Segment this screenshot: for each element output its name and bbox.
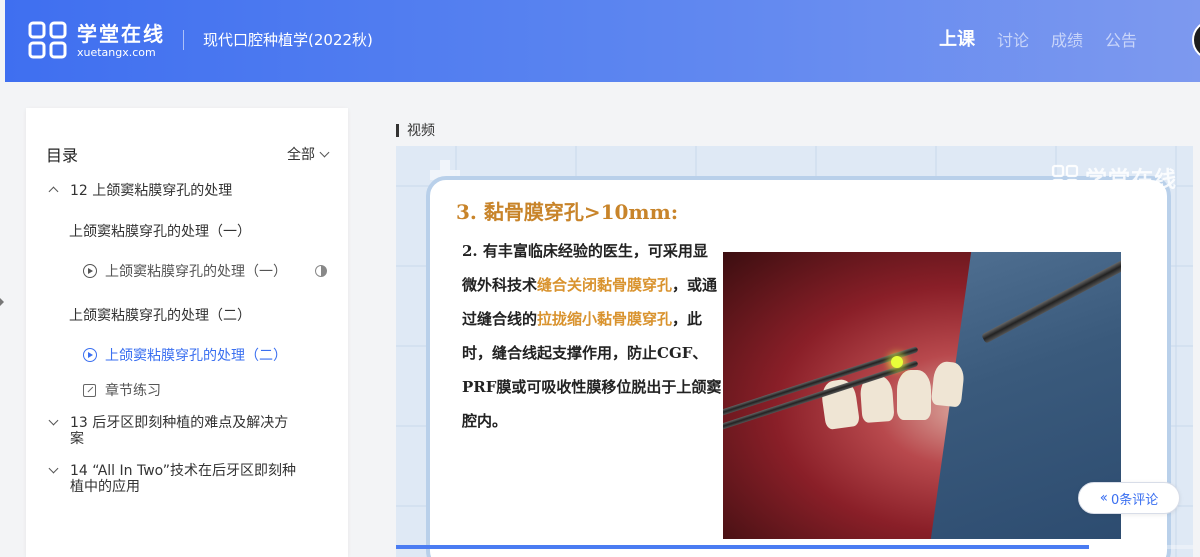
logo-en: xuetangx.com <box>77 45 156 59</box>
main-nav: 上课 讨论 成绩 公告 <box>939 27 1159 51</box>
chapter-12[interactable]: 12 上颌窦粘膜穿孔的处理 <box>46 180 326 200</box>
catalog-sidebar: 目录 全部 12 上颌窦粘膜穿孔的处理 上颌窦粘膜穿孔的处理（一） 上颌窦粘膜穿… <box>26 108 348 557</box>
lesson-12-2-video[interactable]: 上颌窦粘膜穿孔的处理（二） <box>83 345 287 365</box>
chapter-label: 14 “All In Two”技术在后牙区即刻种植中的应用 <box>70 463 296 495</box>
section-label-text: 视频 <box>407 123 435 139</box>
chapter-label: 12 上颌窦粘膜穿孔的处理 <box>70 183 233 199</box>
surgical-photo <box>723 252 1121 539</box>
top-header: 学堂在线 xuetangx.com 现代口腔种植学(2022秋) 上课 讨论 成… <box>5 0 1200 82</box>
user-avatar[interactable] <box>1192 20 1200 60</box>
tooth <box>897 370 931 420</box>
chapter-14[interactable]: 14 “All In Two”技术在后牙区即刻种植中的应用 <box>46 463 296 495</box>
video-progress-fill <box>396 545 1090 549</box>
catalog-filter-label: 全部 <box>287 147 315 163</box>
progress-half-icon <box>315 265 327 277</box>
chevron-down-icon <box>48 415 58 426</box>
xuetangx-watermark-icon <box>1051 164 1079 192</box>
tooth <box>930 360 966 408</box>
chevron-up-icon <box>48 186 58 197</box>
laser-pointer-dot <box>891 356 903 368</box>
slide-body: 2. 有丰富临床经验的医生，可采用显微外科技术缝合关闭黏骨膜穿孔，或通过缝合线的… <box>462 234 722 438</box>
play-circle-icon <box>83 348 97 362</box>
nav-announcements[interactable]: 公告 <box>1105 27 1137 51</box>
catalog-title: 目录 <box>46 146 79 165</box>
nav-discussion[interactable]: 讨论 <box>997 27 1029 51</box>
course-title: 现代口腔种植学(2022秋) <box>203 31 373 49</box>
lesson-12-1-video[interactable]: 上颌窦粘膜穿孔的处理（一） <box>83 261 327 281</box>
section-label: 视频 <box>396 120 435 140</box>
comments-button[interactable]: ‹‹ 0条评论 <box>1078 482 1180 514</box>
nav-grades[interactable]: 成绩 <box>1051 27 1083 51</box>
section-12-1[interactable]: 上颌窦粘膜穿孔的处理（一） <box>69 221 251 241</box>
video-watermark: 学堂在线 <box>1051 162 1177 194</box>
play-circle-icon <box>83 264 97 278</box>
site-logo[interactable]: 学堂在线 xuetangx.com <box>27 19 165 61</box>
watermark-text: 学堂在线 <box>1085 168 1178 193</box>
double-chevron-left-icon: ‹‹ <box>1099 490 1108 506</box>
nav-class[interactable]: 上课 <box>939 25 975 51</box>
section-12-2[interactable]: 上颌窦粘膜穿孔的处理（二） <box>69 305 251 325</box>
chapter-13[interactable]: 13 后牙区即刻种植的难点及解决方案 <box>46 415 296 447</box>
comments-count: 0条评论 <box>1110 492 1159 508</box>
chevron-down-icon <box>48 463 58 474</box>
video-player[interactable]: 学堂在线 3. 黏骨膜穿孔>10mm: 2. 有丰富临床经验的医生，可采用显微外… <box>396 146 1193 557</box>
collapse-handle-icon[interactable] <box>0 298 4 306</box>
lesson-12-2-exercise[interactable]: 章节练习 <box>83 380 161 400</box>
chapter-label: 13 后牙区即刻种植的难点及解决方案 <box>70 415 289 447</box>
section-bar <box>396 123 399 137</box>
lesson-label: 上颌窦粘膜穿孔的处理（一） <box>105 264 287 280</box>
video-progress-bar[interactable] <box>396 545 1193 549</box>
xuetangx-logo-icon <box>28 21 67 59</box>
slide-text-3: ，此时，缝合线起支撑作用，防止CGF、PRF膜或可吸收性膜移位脱出于上颌窦腔内。 <box>462 310 722 430</box>
header-divider <box>183 30 184 50</box>
slide-highlight-1: 缝合关闭黏骨膜穿孔 <box>537 276 673 294</box>
slide-title: 3. 黏骨膜穿孔>10mm: <box>456 200 679 224</box>
chevron-down-icon <box>319 147 330 157</box>
lesson-label: 上颌窦粘膜穿孔的处理（二） <box>105 348 287 364</box>
catalog-filter-dropdown[interactable]: 全部 <box>287 144 330 164</box>
lesson-label: 章节练习 <box>105 383 161 399</box>
logo-cn: 学堂在线 <box>77 21 165 46</box>
catalog-header: 目录 全部 <box>46 142 330 166</box>
logo-text: 学堂在线 xuetangx.com <box>77 22 165 59</box>
exercise-icon <box>83 383 96 397</box>
slide-highlight-2: 拉拢缩小黏骨膜穿孔 <box>537 310 673 328</box>
